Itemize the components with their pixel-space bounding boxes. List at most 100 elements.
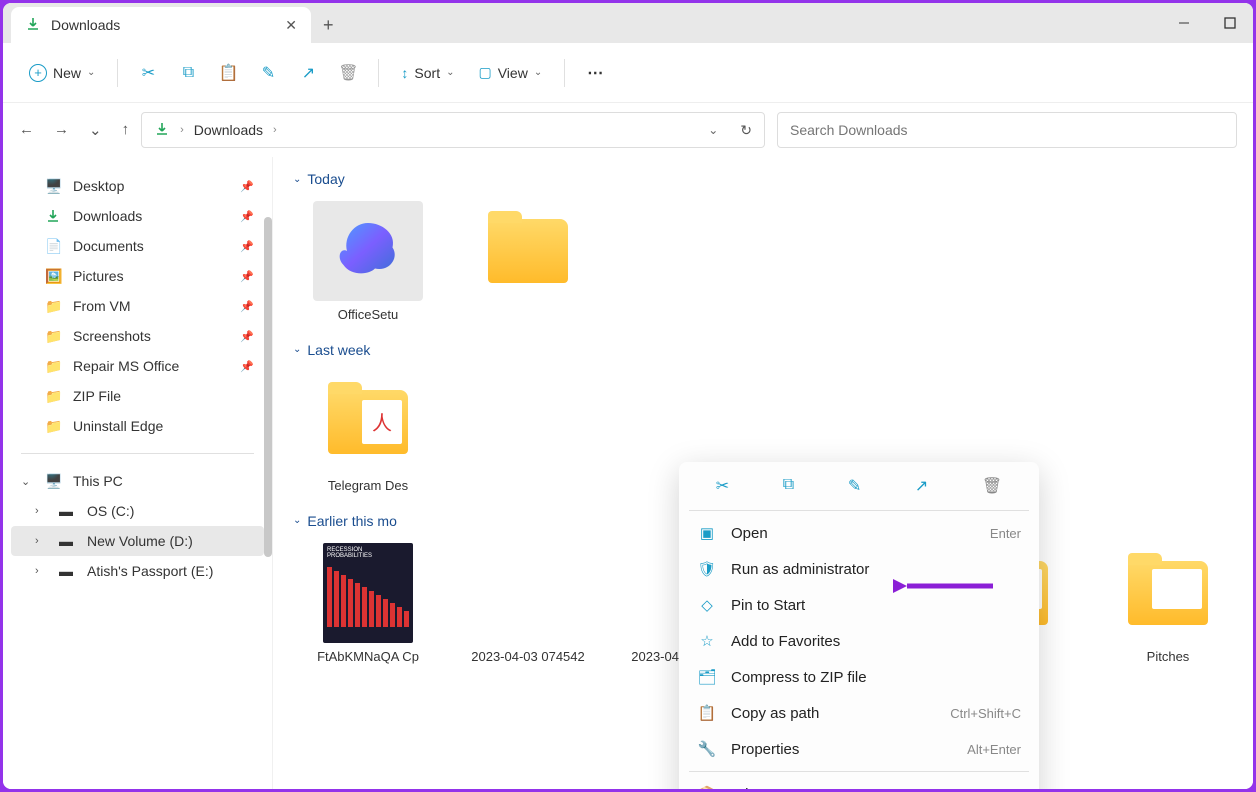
group-header[interactable]: ⌄Last week <box>293 338 1233 362</box>
sidebar-item-label: Uninstall Edge <box>73 418 163 434</box>
ctx-share-icon[interactable]: ↗ <box>915 476 928 496</box>
drive-label: Atish's Passport (E:) <box>87 563 213 579</box>
ctx-copy-icon[interactable]: ⧉ <box>783 476 794 496</box>
ctx-copy-as-path[interactable]: 📋Copy as pathCtrl+Shift+C <box>679 695 1039 731</box>
chevron-right-icon[interactable]: › <box>35 505 49 517</box>
group-name: Earlier this mo <box>307 513 396 529</box>
ctx-winrar[interactable]: 📦 WinRAR › <box>679 776 1039 789</box>
drive-icon: ▬ <box>59 533 77 549</box>
chevron-down-icon: ⌄ <box>446 67 454 78</box>
ctx-properties[interactable]: 🔧PropertiesAlt+Enter <box>679 731 1039 767</box>
more-icon[interactable]: ⋯ <box>577 55 613 91</box>
file-item[interactable]: RECESSIONPROBABILITIESFtAbKMNaQA Cp <box>303 543 433 683</box>
forward-button[interactable]: → <box>54 121 69 139</box>
file-label: 2023-04-03 074542 <box>471 649 585 666</box>
ctx-cut-icon[interactable]: ✂ <box>716 476 729 496</box>
window-tab[interactable]: Downloads ✕ <box>11 7 311 43</box>
file-label: OfficeSetu <box>338 307 398 324</box>
ctx-open[interactable]: ▣OpenEnter <box>679 515 1039 551</box>
sort-button[interactable]: ↕ Sort ⌄ <box>391 59 464 87</box>
view-icon: ▢ <box>478 64 491 81</box>
recent-button[interactable]: ⌄ <box>89 121 102 139</box>
sidebar-item-pictures[interactable]: 🖼️ Pictures 📌 <box>11 261 264 291</box>
sidebar-item-repair-ms-office[interactable]: 📁Repair MS Office📌 <box>11 351 264 381</box>
group-header[interactable]: ⌄Today <box>293 167 1233 191</box>
file-item[interactable]: Pitches <box>1103 543 1233 683</box>
up-button[interactable]: ↑ <box>122 121 130 139</box>
folder-icon: 📁 <box>45 388 63 404</box>
sidebar-item-label: Downloads <box>73 208 142 224</box>
delete-icon[interactable]: 🗑 <box>330 55 366 91</box>
scrollbar[interactable] <box>264 217 272 557</box>
chevron-down-icon: ⌄ <box>293 344 301 355</box>
sidebar-drive[interactable]: › ▬ New Volume (D:) <box>11 526 264 556</box>
new-tab-button[interactable]: + <box>311 7 346 43</box>
pin-icon: 📌 <box>240 270 254 283</box>
shield-icon: 🛡 <box>697 560 717 578</box>
chevron-right-icon[interactable]: › <box>35 535 49 547</box>
context-menu: ✂ ⧉ ✎ ↗ 🗑 ▣OpenEnter 🛡 Run as administrato… <box>679 462 1039 789</box>
drive-label: OS (C:) <box>87 503 134 519</box>
ctx-label: Run as administrator <box>731 561 869 578</box>
sidebar-item-label: Pictures <box>73 268 124 284</box>
ctx-delete-icon[interactable]: 🗑 <box>982 476 1002 496</box>
download-icon <box>45 208 63 224</box>
chevron-down-icon[interactable]: ⌄ <box>21 475 35 488</box>
chevron-down-icon[interactable]: ⌄ <box>708 123 718 137</box>
view-button[interactable]: ▢ View ⌄ <box>468 58 552 87</box>
share-icon[interactable]: ↗ <box>290 55 326 91</box>
search-input[interactable] <box>777 112 1237 148</box>
ctx-shortcut: Ctrl+Shift+C <box>950 706 1021 721</box>
sidebar-drive[interactable]: › ▬ OS (C:) <box>11 496 264 526</box>
new-button[interactable]: + New ⌄ <box>19 58 105 88</box>
file-label: Telegram Des <box>328 478 408 495</box>
sidebar-item-zip-file[interactable]: 📁ZIP File <box>11 381 264 411</box>
pictures-icon: 🖼️ <box>45 268 63 284</box>
drive-label: New Volume (D:) <box>87 533 193 549</box>
refresh-icon[interactable]: ↻ <box>740 122 752 139</box>
file-item[interactable]: 人Telegram Des <box>303 372 433 495</box>
sidebar-item-desktop[interactable]: 🖥️Desktop📌 <box>11 171 264 201</box>
chevron-down-icon: ⌄ <box>293 515 301 526</box>
chevron-right-icon[interactable]: › <box>35 565 49 577</box>
drive-icon: ▬ <box>59 503 77 519</box>
file-label: Pitches <box>1147 649 1190 666</box>
ctx-label: Add to Favorites <box>731 633 840 650</box>
sidebar-item-documents[interactable]: 📄Documents📌 <box>11 231 264 261</box>
sidebar-item-screenshots[interactable]: 📁 Screenshots 📌 <box>11 321 264 351</box>
sidebar-this-pc[interactable]: ⌄ 🖥️ This PC <box>11 466 264 496</box>
sidebar-item-from-vm[interactable]: 📁From VM📌 <box>11 291 264 321</box>
pin-icon: ◇ <box>697 596 717 614</box>
ctx-compress-to-zip-file[interactable]: 🗂Compress to ZIP file <box>679 659 1039 695</box>
sidebar-drive[interactable]: ›▬Atish's Passport (E:) <box>11 556 264 586</box>
minimize-button[interactable] <box>1161 3 1207 43</box>
pin-icon: 📌 <box>240 330 254 343</box>
chevron-right-icon: › <box>273 124 277 136</box>
sidebar-item-label: Repair MS Office <box>73 358 179 374</box>
close-tab-icon[interactable]: ✕ <box>285 17 297 34</box>
group-name: Today <box>307 171 344 187</box>
sidebar-item-label: Documents <box>73 238 144 254</box>
folder-icon: 📁 <box>45 328 63 344</box>
sidebar-item-downloads[interactable]: Downloads📌 <box>11 201 264 231</box>
file-item[interactable]: OfficeSetu <box>303 201 433 324</box>
sidebar-item-uninstall-edge[interactable]: 📁Uninstall Edge <box>11 411 264 441</box>
folder-icon: 📁 <box>45 358 63 374</box>
tab-title: Downloads <box>51 17 120 33</box>
plus-icon: + <box>29 64 47 82</box>
desktop-icon: 🖥️ <box>45 178 63 194</box>
copy-icon[interactable]: ⧉ <box>170 55 206 91</box>
back-button[interactable]: ← <box>19 121 34 139</box>
ctx-add-to-favorites[interactable]: ☆Add to Favorites <box>679 623 1039 659</box>
paste-icon[interactable]: 📋 <box>210 55 246 91</box>
maximize-button[interactable] <box>1207 3 1253 43</box>
cut-icon[interactable]: ✂ <box>130 55 166 91</box>
sidebar-item-label: Screenshots <box>73 328 151 344</box>
breadcrumb[interactable]: › Downloads › ⌄ ↻ <box>141 112 765 148</box>
titlebar: Downloads ✕ + <box>3 3 1253 43</box>
breadcrumb-location[interactable]: Downloads <box>194 122 263 138</box>
ctx-rename-icon[interactable]: ✎ <box>848 476 861 496</box>
file-item[interactable]: 2023-04-03 074542 <box>463 543 593 683</box>
rename-icon[interactable]: ✎ <box>250 55 286 91</box>
file-item[interactable] <box>463 201 593 324</box>
